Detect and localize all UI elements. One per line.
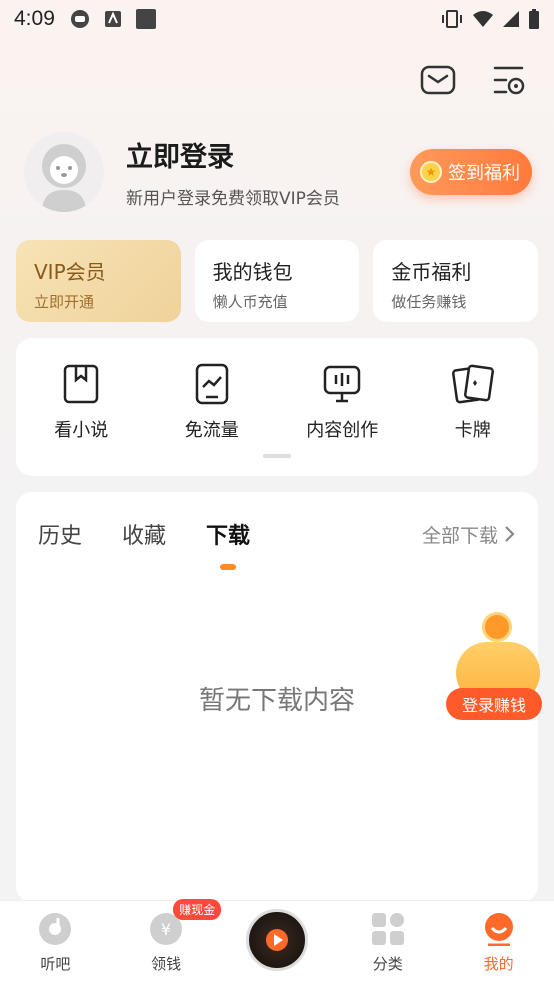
nav-mine[interactable]: 我的: [454, 911, 544, 974]
earn-cash-badge: 赚现金: [173, 899, 222, 920]
wifi-icon: [473, 11, 493, 27]
tab-downloads[interactable]: 下载: [206, 518, 250, 550]
page-indicator: [263, 454, 291, 458]
system-status-icons: [440, 8, 540, 30]
svg-text:¥: ¥: [161, 920, 171, 939]
login-subtitle: 新用户登录免费领取VIP会员: [126, 189, 340, 209]
settings-button[interactable]: [492, 62, 528, 98]
nav-category[interactable]: 分类: [343, 911, 433, 974]
tool-data-free[interactable]: 免流量: [157, 362, 267, 442]
signal-icon: [503, 11, 519, 27]
login-earn-button[interactable]: 登录赚钱: [446, 688, 542, 720]
now-playing-disc[interactable]: [245, 908, 308, 971]
nav-earn-label: 领钱: [151, 955, 182, 973]
text-notification-icon: [104, 11, 121, 27]
all-downloads-label: 全部下载: [421, 524, 498, 547]
coins-card-title: 金币福利: [391, 260, 472, 284]
nav-earn[interactable]: 赚现金 ¥ 领钱: [121, 899, 222, 974]
coin-icon: [482, 612, 512, 642]
status-bar: 4:09: [0, 0, 554, 38]
login-earn-promo[interactable]: 登录赚钱: [446, 612, 544, 722]
status-time: 4:09: [14, 7, 55, 30]
app-notification-icon: [70, 10, 89, 28]
vibrate-icon: [442, 10, 462, 28]
tool-novel-label: 看小说: [54, 420, 109, 441]
settings-list-icon: [493, 66, 525, 95]
wallet-card-title: 我的钱包: [212, 260, 293, 284]
wallet-card-sub: 懒人币充值: [212, 293, 288, 311]
nav-listen-label: 听吧: [40, 955, 71, 973]
vip-card-sub: 立即开通: [34, 293, 95, 311]
notification-icons: [69, 8, 157, 30]
tools-panel: 看小说 免流量 内容创作 卡牌: [16, 338, 538, 476]
mail-icon: [420, 65, 456, 95]
tool-cards[interactable]: 卡牌: [418, 362, 528, 442]
grid-icon: [370, 911, 406, 947]
bottom-nav: 听吧 赚现金 ¥ 领钱 分类 我的: [0, 899, 554, 984]
quick-cards: VIP会员 立即开通 我的钱包 懒人币充值 金币福利 做任务赚钱: [16, 240, 539, 322]
nav-mine-label: 我的: [483, 955, 514, 973]
tool-data-free-label: 免流量: [184, 420, 239, 441]
chevron-right-icon: [505, 526, 515, 542]
top-actions: [420, 62, 528, 98]
tab-favorites[interactable]: 收藏: [122, 518, 166, 550]
tool-creation-label: 内容创作: [306, 420, 379, 441]
monitor-icon: [320, 362, 364, 406]
checkin-label: 签到福利: [448, 163, 520, 184]
tool-cards-label: 卡牌: [454, 420, 491, 441]
phone-trend-icon: [190, 362, 234, 406]
cards-icon: [451, 362, 495, 406]
star-coin-icon: ★: [420, 161, 442, 183]
all-downloads-link[interactable]: 全部下载: [422, 521, 516, 548]
coins-card[interactable]: 金币福利 做任务赚钱: [373, 240, 539, 322]
tool-creation[interactable]: 内容创作: [287, 362, 397, 442]
vip-card-title: VIP会员: [34, 260, 106, 284]
music-disc-icon: [37, 911, 73, 947]
login-title[interactable]: 立即登录: [126, 135, 340, 174]
profile-header: 立即登录 新用户登录免费领取VIP会员 ★ 签到福利: [24, 130, 532, 214]
nav-listen[interactable]: 听吧: [10, 911, 100, 974]
battery-icon: [529, 9, 539, 29]
avatar[interactable]: [24, 132, 104, 212]
book-icon: [59, 362, 103, 406]
nav-category-label: 分类: [372, 955, 403, 973]
tool-novel[interactable]: 看小说: [26, 362, 136, 442]
nav-player[interactable]: [232, 908, 322, 971]
message-button[interactable]: [420, 62, 456, 98]
tab-history[interactable]: 历史: [38, 518, 82, 550]
vip-card[interactable]: VIP会员 立即开通: [16, 240, 181, 322]
default-avatar-icon: [42, 144, 86, 212]
play-icon: [265, 928, 288, 951]
checkin-button[interactable]: ★ 签到福利: [410, 149, 532, 195]
square-notification-icon: [135, 9, 156, 29]
coins-card-sub: 做任务赚钱: [391, 293, 467, 311]
user-face-icon: [481, 911, 517, 947]
wallet-card[interactable]: 我的钱包 懒人币充值: [194, 240, 360, 322]
